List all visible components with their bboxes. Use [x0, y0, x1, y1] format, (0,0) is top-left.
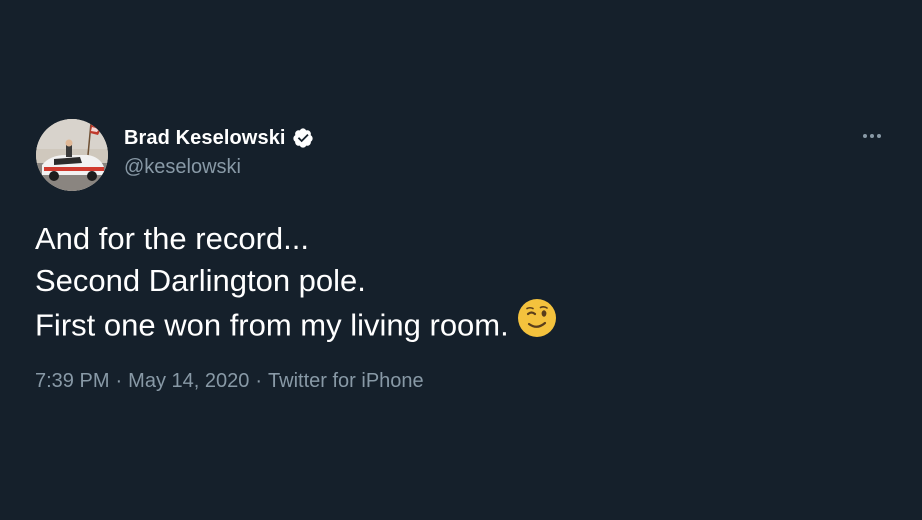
avatar[interactable]: [36, 119, 108, 191]
meta-separator: ·: [255, 370, 263, 392]
tweet-line: Second Darlington pole.: [35, 263, 366, 298]
tweet-date[interactable]: May 14, 2020: [128, 370, 249, 392]
more-dot: [877, 134, 881, 138]
tweet-line: First one won from my living room.: [35, 299, 557, 353]
tweet-source[interactable]: Twitter for iPhone: [268, 370, 424, 392]
meta-separator: ·: [115, 370, 123, 392]
display-name[interactable]: Brad Keselowski: [124, 127, 286, 150]
tweet-meta: 7:39 PM · May 14, 2020 · Twitter for iPhone: [35, 370, 424, 393]
tweet-text: And for the record... Second Darlington …: [35, 218, 557, 353]
tweet-time[interactable]: 7:39 PM: [35, 370, 109, 392]
tweet-line: And for the record...: [35, 221, 309, 256]
winking-face-emoji-icon: [517, 298, 557, 349]
avatar-image: [36, 119, 108, 191]
more-dot: [863, 134, 867, 138]
more-options-icon[interactable]: [854, 124, 890, 148]
tweet-line-text: First one won from my living room.: [35, 307, 509, 343]
verified-badge-icon: [292, 127, 314, 149]
name-row: Brad Keselowski: [124, 124, 314, 152]
tweet-card: Brad Keselowski @keselowski And for the …: [0, 0, 922, 520]
user-handle[interactable]: @keselowski: [124, 156, 241, 179]
more-dot: [870, 134, 874, 138]
